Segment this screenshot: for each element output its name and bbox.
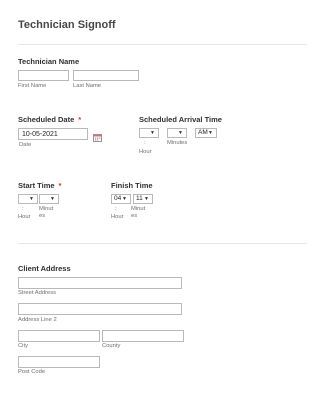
- required-mark: *: [58, 181, 62, 190]
- last-name-sublabel: Last Name: [73, 83, 102, 89]
- arrival-hour-sublabel: Hour: [139, 149, 152, 155]
- scheduled-date-label-text: Scheduled Date: [18, 115, 75, 124]
- calendar-icon[interactable]: [93, 129, 102, 142]
- arrival-ampm-value: AM: [198, 129, 208, 136]
- last-name-input[interactable]: [73, 70, 139, 81]
- start-minutes-sublabel: Minut es: [39, 206, 54, 219]
- chevron-down-icon: ▼: [29, 196, 34, 202]
- scheduled-date-input[interactable]: [18, 128, 88, 140]
- start-hour-select[interactable]: ▼: [18, 194, 38, 204]
- arrival-hour-select[interactable]: ▼: [139, 128, 159, 138]
- post-code-input[interactable]: [18, 356, 100, 368]
- address-line2-sublabel: Address Line 2: [18, 317, 57, 323]
- city-input[interactable]: [18, 330, 100, 342]
- city-sublabel: City: [18, 343, 28, 349]
- county-sublabel: County: [102, 343, 121, 349]
- street-address-input[interactable]: [18, 277, 182, 289]
- scheduled-date-label: Scheduled Date *: [18, 115, 81, 124]
- divider: [18, 44, 307, 45]
- technician-name-label: Technician Name: [18, 57, 80, 66]
- street-address-sublabel: Street Address: [18, 290, 57, 296]
- finish-minute-select[interactable]: 11 ▼: [133, 194, 153, 204]
- county-input[interactable]: [102, 330, 184, 342]
- chevron-down-icon: ▼: [50, 196, 55, 202]
- finish-hour-value: 04: [114, 195, 122, 202]
- chevron-down-icon: ▼: [122, 196, 127, 202]
- finish-minute-value: 11: [136, 195, 143, 202]
- arrival-ampm-select[interactable]: AM ▼: [195, 128, 217, 138]
- first-name-input[interactable]: [18, 70, 69, 81]
- chevron-down-icon: ▼: [144, 196, 149, 202]
- finish-time-label: Finish Time: [111, 181, 153, 190]
- start-minute-select[interactable]: ▼: [39, 194, 59, 204]
- post-code-sublabel: Post Code: [18, 369, 46, 375]
- form-title: Technician Signoff: [18, 19, 116, 31]
- start-hour-sublabel: Hour: [18, 214, 31, 220]
- finish-minutes-sublabel: Minut es: [131, 206, 146, 219]
- arrival-colon: :: [144, 140, 146, 146]
- client-address-label: Client Address: [18, 264, 71, 273]
- first-name-sublabel: First Name: [18, 83, 47, 89]
- chevron-down-icon: ▼: [150, 130, 155, 136]
- finish-hour-select[interactable]: 04 ▼: [111, 194, 131, 204]
- required-mark: *: [78, 115, 82, 124]
- arrival-minutes-sublabel: Minutes: [167, 140, 188, 146]
- date-sublabel: Date: [19, 142, 32, 148]
- start-colon: :: [22, 206, 24, 212]
- chevron-down-icon: ▼: [208, 130, 213, 136]
- chevron-down-icon: ▼: [178, 130, 183, 136]
- start-time-label-text: Start Time: [18, 181, 55, 190]
- finish-colon: :: [115, 206, 117, 212]
- address-line2-input[interactable]: [18, 303, 182, 315]
- scheduled-arrival-label: Scheduled Arrival Time: [139, 115, 222, 124]
- arrival-minute-select[interactable]: ▼: [167, 128, 187, 138]
- finish-hour-sublabel: Hour: [111, 214, 124, 220]
- divider: [18, 243, 307, 244]
- start-time-label: Start Time *: [18, 181, 61, 190]
